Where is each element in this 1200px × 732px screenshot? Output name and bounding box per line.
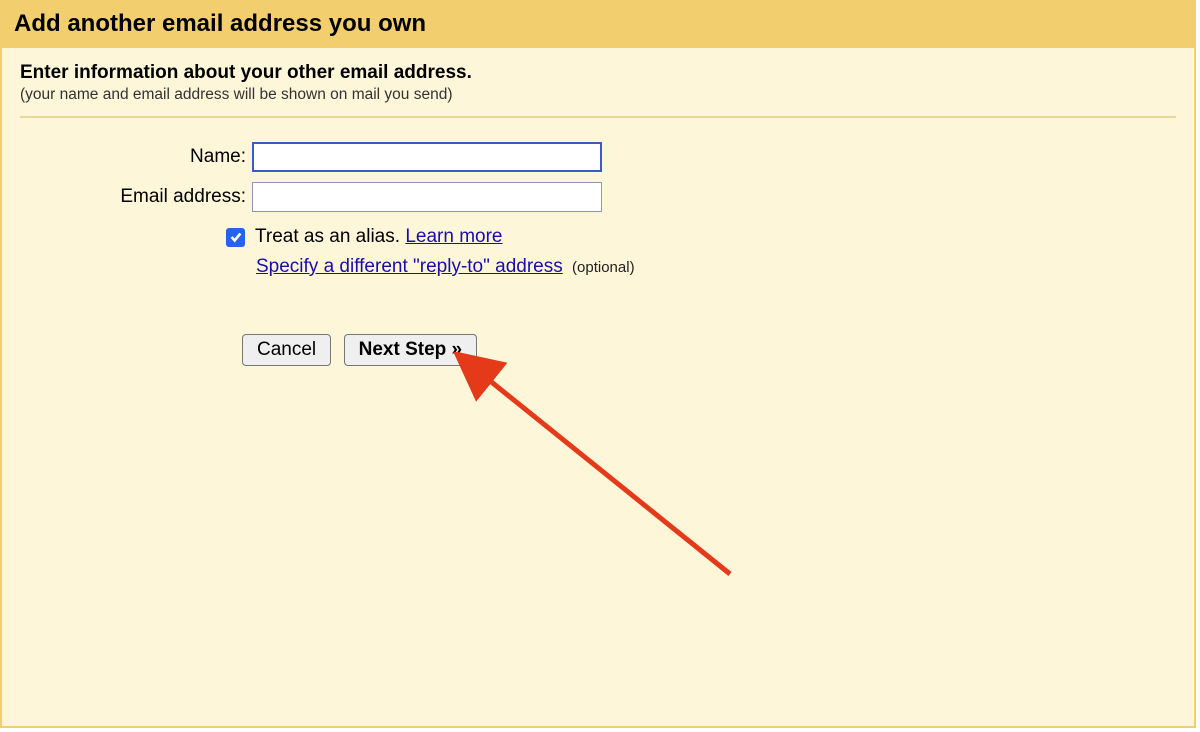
name-label: Name: xyxy=(20,146,252,168)
dialog-title-bar: Add another email address you own xyxy=(2,2,1194,48)
optional-label: (optional) xyxy=(572,259,635,276)
dialog-subheading: Enter information about your other email… xyxy=(20,62,1176,84)
alias-checkbox-label: Treat as an alias. xyxy=(255,226,400,248)
cancel-button[interactable]: Cancel xyxy=(242,334,331,366)
email-label: Email address: xyxy=(20,186,252,208)
replyto-link[interactable]: Specify a different "reply-to" address xyxy=(256,256,563,277)
add-email-dialog: Add another email address you own Enter … xyxy=(0,0,1196,728)
name-row: Name: xyxy=(20,142,1176,172)
dialog-content: Enter information about your other email… xyxy=(2,48,1194,380)
button-row: Cancel Next Step » xyxy=(242,334,1176,366)
alias-row: Treat as an alias. Learn more xyxy=(226,226,1176,248)
email-row: Email address: xyxy=(20,182,1176,212)
learn-more-link[interactable]: Learn more xyxy=(405,226,502,248)
email-input[interactable] xyxy=(252,182,602,212)
alias-checkbox[interactable] xyxy=(226,228,245,247)
dialog-subnote: (your name and email address will be sho… xyxy=(20,86,1176,104)
divider xyxy=(20,116,1176,118)
name-input[interactable] xyxy=(252,142,602,172)
dialog-title: Add another email address you own xyxy=(14,10,1182,38)
replyto-row: Specify a different "reply-to" address (… xyxy=(256,256,1176,278)
next-step-button[interactable]: Next Step » xyxy=(344,334,477,366)
check-icon xyxy=(229,230,243,244)
